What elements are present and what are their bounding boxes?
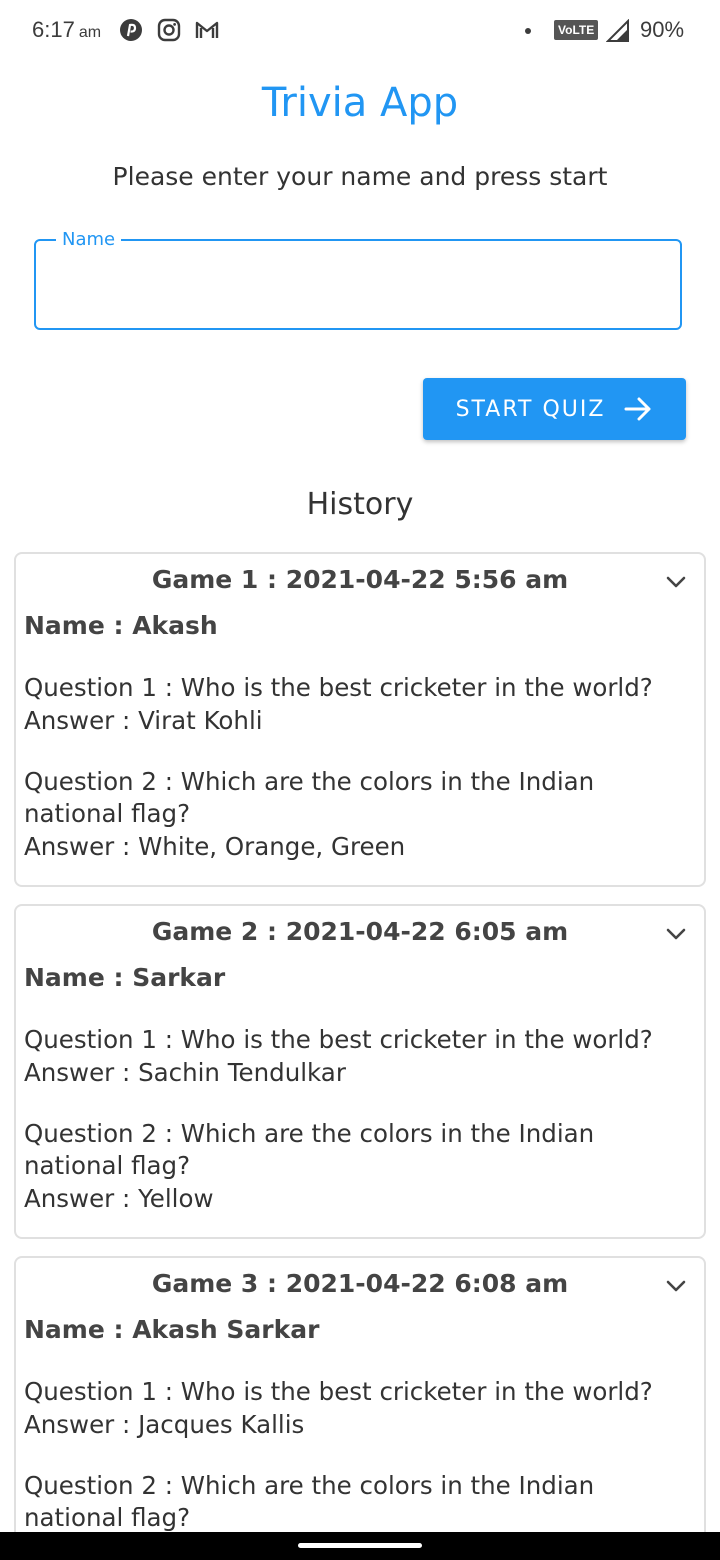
pinterest-icon: [120, 19, 142, 41]
system-nav-bar: [0, 1532, 720, 1560]
history-card-game-2[interactable]: Game 2 : 2021-04-22 6:05 am Name : Sarka…: [14, 904, 706, 1239]
history-card-game-3[interactable]: Game 3 : 2021-04-22 6:08 am Name : Akash…: [14, 1256, 706, 1556]
app-title: Trivia App: [261, 80, 459, 126]
history-card-game-1[interactable]: Game 1 : 2021-04-22 5:56 am Name : Akash…: [14, 552, 706, 887]
answer-text: Answer : Sachin Tendulkar: [24, 1058, 346, 1087]
answer-text: Answer : Yellow: [24, 1184, 214, 1213]
qa-item: Question 1 : Who is the best cricketer i…: [24, 672, 696, 738]
app-subtitle: Please enter your name and press start: [112, 162, 608, 191]
card-header[interactable]: Game 1 : 2021-04-22 5:56 am: [16, 554, 704, 606]
status-time-value: 6:17: [32, 17, 75, 42]
qa-item: Question 2 : Which are the colors in the…: [24, 1470, 696, 1534]
player-name: Name : Akash Sarkar: [24, 1315, 320, 1344]
name-input[interactable]: [56, 267, 660, 305]
start-quiz-label: START QUIZ: [455, 396, 606, 422]
qa-item: Question 1 : Who is the best cricketer i…: [24, 1376, 696, 1442]
home-gesture-handle[interactable]: [298, 1543, 422, 1548]
answer-text: Answer : White, Orange, Green: [24, 832, 406, 861]
player-name: Name : Akash: [24, 611, 218, 640]
notification-icons: [118, 17, 220, 43]
card-header[interactable]: Game 2 : 2021-04-22 6:05 am: [16, 906, 704, 958]
question-text: Question 1 : Who is the best cricketer i…: [24, 673, 653, 702]
qa-item: Question 1 : Who is the best cricketer i…: [24, 1024, 696, 1090]
qa-item: Question 2 : Which are the colors in the…: [24, 1118, 696, 1216]
question-text: Question 2 : Which are the colors in the…: [24, 767, 595, 828]
notification-dot: [525, 28, 531, 34]
question-text: Question 2 : Which are the colors in the…: [24, 1119, 595, 1180]
start-quiz-button[interactable]: START QUIZ: [423, 378, 686, 440]
battery-percent: 90%: [640, 17, 685, 42]
gmail-icon: [195, 21, 219, 38]
answer-text: Answer : Jacques Kallis: [24, 1410, 305, 1439]
game-header: Game 1 : 2021-04-22 5:56 am: [151, 565, 569, 594]
name-field-label: Name: [56, 229, 122, 250]
answer-text: Answer : Virat Kohli: [24, 706, 263, 735]
chevron-down-icon[interactable]: [664, 570, 688, 594]
game-header: Game 3 : 2021-04-22 6:08 am: [151, 1269, 569, 1298]
status-bar: 6:17 am VoLTE 90%: [0, 0, 720, 60]
instagram-icon: [157, 18, 181, 42]
question-text: Question 2 : Which are the colors in the…: [24, 1471, 595, 1532]
volte-badge: VoLTE: [554, 20, 599, 40]
chevron-down-icon[interactable]: [664, 1274, 688, 1298]
signal-icon: [606, 19, 629, 42]
status-ampm: am: [78, 24, 102, 41]
status-time: 6:17 am: [32, 17, 101, 43]
name-field[interactable]: Name: [34, 229, 682, 330]
player-name: Name : Sarkar: [24, 963, 226, 992]
card-header[interactable]: Game 3 : 2021-04-22 6:08 am: [16, 1258, 704, 1310]
history-title: History: [306, 487, 414, 522]
arrow-right-icon: [624, 397, 651, 421]
chevron-down-icon[interactable]: [664, 922, 688, 946]
qa-item: Question 2 : Which are the colors in the…: [24, 766, 696, 864]
game-header: Game 2 : 2021-04-22 6:05 am: [151, 917, 569, 946]
question-text: Question 1 : Who is the best cricketer i…: [24, 1377, 653, 1406]
question-text: Question 1 : Who is the best cricketer i…: [24, 1025, 653, 1054]
